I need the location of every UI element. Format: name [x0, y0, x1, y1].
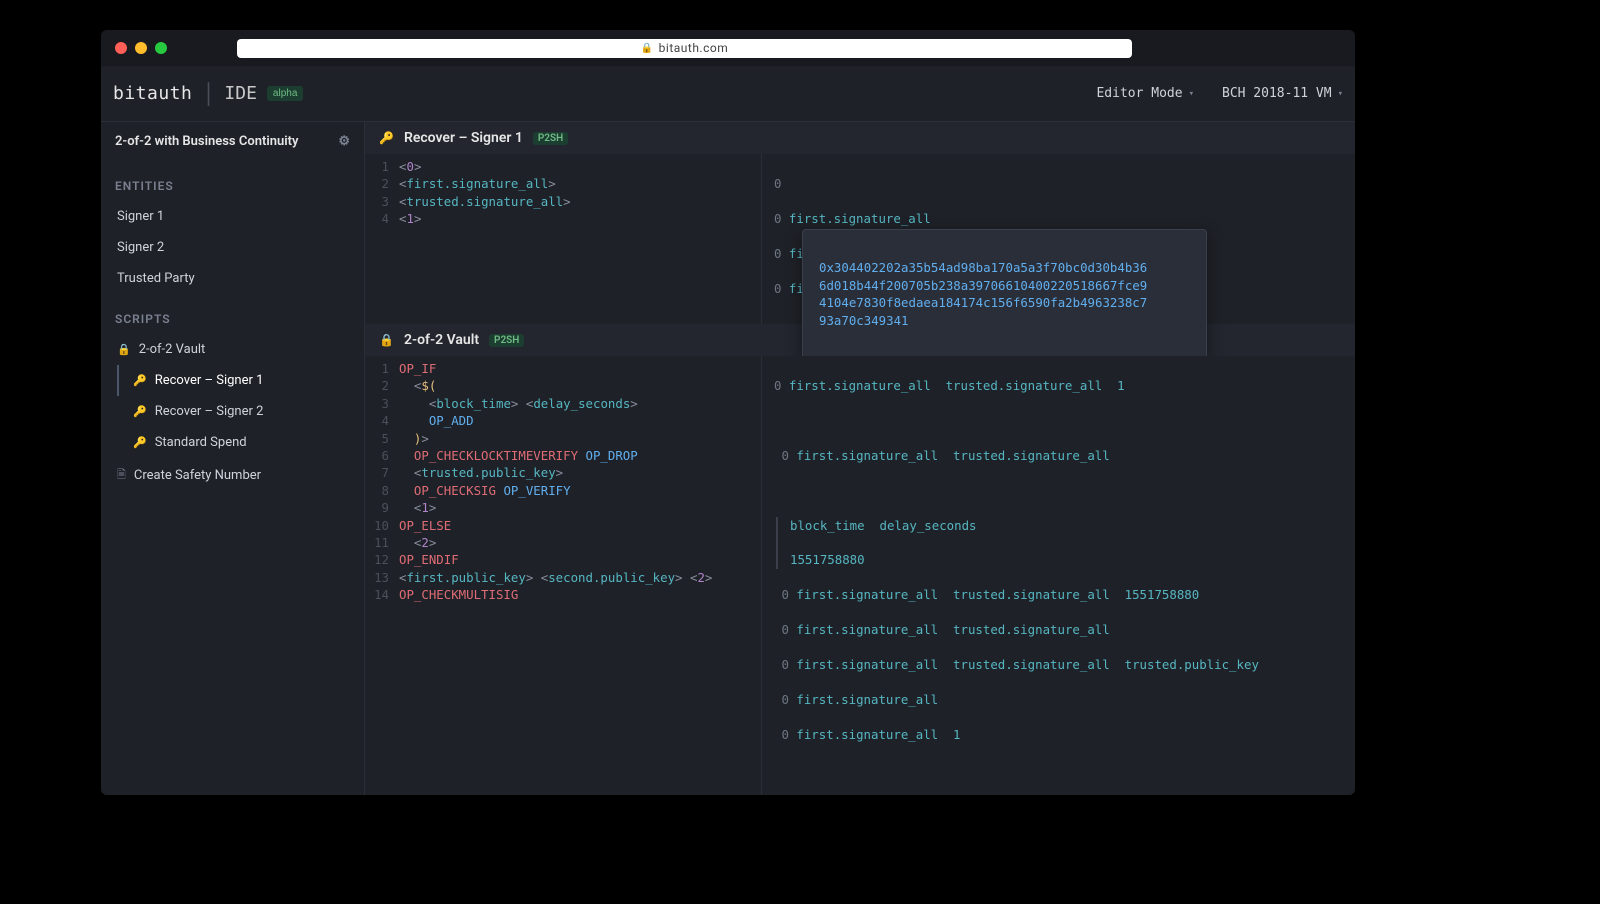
zoom-window-icon[interactable]: [155, 42, 167, 54]
output-line: 0 first.signature_all trusted.signature_…: [774, 586, 1343, 603]
bottom-output-panel: 0 first.signature_all trusted.signature_…: [761, 356, 1355, 795]
content-area: 🔑 Recover – Signer 1 P2SH 1<0> 2<first.s…: [365, 122, 1355, 795]
output-line: [774, 760, 1343, 777]
top-code-editor[interactable]: 1<0> 2<first.signature_all> 3<trusted.si…: [365, 154, 761, 324]
app-header: bitauth │ IDE alpha Editor Mode ▾ BCH 20…: [101, 66, 1355, 122]
output-indent-block: block_time delay_seconds 1551758880: [776, 517, 1343, 569]
key-icon: 🔑: [133, 405, 147, 418]
brand-divider: │: [202, 82, 214, 106]
top-editor-row: 1<0> 2<first.signature_all> 3<trusted.si…: [365, 154, 1355, 324]
key-icon: 🔑: [133, 436, 147, 449]
output-line: 0 first.signature_all trusted.signature_…: [774, 447, 1343, 464]
bottom-code-editor[interactable]: 1OP_IF 2 <$( 3 <block_time> <delay_secon…: [365, 356, 761, 795]
sidebar-entity-signer2[interactable]: Signer 2: [101, 232, 364, 263]
output-line: 0: [774, 175, 1343, 192]
output-line: 0 first.signature_all 1: [774, 726, 1343, 743]
lock-icon: 🔒: [117, 343, 131, 356]
stage-badge: alpha: [267, 86, 303, 101]
hex-tooltip: 0x304402202a35b54ad98ba170a5a3f70bc0d30b…: [802, 229, 1207, 359]
p2sh-badge: P2SH: [489, 334, 524, 347]
sidebar-script-recover2[interactable]: 🔑 Recover – Signer 2: [101, 396, 364, 427]
url-text: bitauth.com: [659, 41, 729, 55]
sidebar-script-safety[interactable]: 🗎 Create Safety Number: [101, 458, 364, 493]
vm-label: BCH 2018-11 VM: [1222, 86, 1332, 101]
top-output-panel: 0 0 0 first.signature_allfirst.signature…: [761, 154, 1355, 324]
key-icon: 🔑: [379, 131, 394, 145]
window-controls: [115, 42, 167, 54]
gear-icon[interactable]: ⚙: [338, 134, 350, 149]
output-line: [774, 412, 1343, 429]
sidebar: 2-of-2 with Business Continuity ⚙ ENTITI…: [101, 122, 365, 795]
output-line: 0 first.signature_all trusted.signature_…: [774, 377, 1343, 394]
project-title: 2-of-2 with Business Continuity: [115, 134, 298, 149]
document-icon: 🗎: [117, 466, 126, 485]
lock-icon: 🔒: [641, 43, 654, 54]
top-pane-title: Recover – Signer 1: [404, 130, 523, 146]
project-title-row: 2-of-2 with Business Continuity ⚙: [101, 122, 364, 161]
main-area: 2-of-2 with Business Continuity ⚙ ENTITI…: [101, 122, 1355, 795]
bottom-pane-title: 2-of-2 Vault: [404, 332, 479, 348]
output-line: 0 0 first.signature_allfirst.signature_a…: [774, 210, 1343, 227]
output-line: [774, 482, 1343, 499]
brand-label: bitauth: [113, 83, 192, 104]
sidebar-script-recover1[interactable]: 🔑 Recover – Signer 1: [101, 365, 364, 396]
url-bar[interactable]: 🔒 bitauth.com: [237, 39, 1132, 58]
minimize-window-icon[interactable]: [135, 42, 147, 54]
editor-mode-label: Editor Mode: [1096, 86, 1182, 101]
sidebar-script-standard[interactable]: 🔑 Standard Spend: [101, 427, 364, 458]
output-line: 0 first.signature_all trusted.signature_…: [774, 621, 1343, 638]
sidebar-entity-signer1[interactable]: Signer 1: [101, 201, 364, 232]
bottom-editor-row: 1OP_IF 2 <$( 3 <block_time> <delay_secon…: [365, 356, 1355, 795]
p2sh-badge: P2SH: [533, 132, 568, 145]
lock-icon: 🔒: [379, 333, 394, 347]
entities-group-label: ENTITIES: [101, 161, 364, 201]
chevron-down-icon: ▾: [1338, 89, 1343, 99]
key-icon: 🔑: [133, 374, 147, 387]
browser-titlebar: 🔒 bitauth.com: [101, 30, 1355, 66]
browser-window: 🔒 bitauth.com bitauth │ IDE alpha Editor…: [101, 30, 1355, 795]
sidebar-entity-trusted[interactable]: Trusted Party: [101, 263, 364, 294]
output-line: 0 first.signature_all: [774, 691, 1343, 708]
sidebar-script-vault[interactable]: 🔒 2-of-2 Vault: [101, 334, 364, 365]
product-label: IDE: [224, 83, 257, 104]
vm-dropdown[interactable]: BCH 2018-11 VM ▾: [1222, 86, 1343, 101]
top-pane-header: 🔑 Recover – Signer 1 P2SH: [365, 122, 1355, 154]
editor-mode-dropdown[interactable]: Editor Mode ▾: [1096, 86, 1194, 101]
output-line: 0 first.signature_all trusted.signature_…: [774, 656, 1343, 673]
chevron-down-icon: ▾: [1189, 89, 1194, 99]
close-window-icon[interactable]: [115, 42, 127, 54]
scripts-group-label: SCRIPTS: [101, 294, 364, 334]
